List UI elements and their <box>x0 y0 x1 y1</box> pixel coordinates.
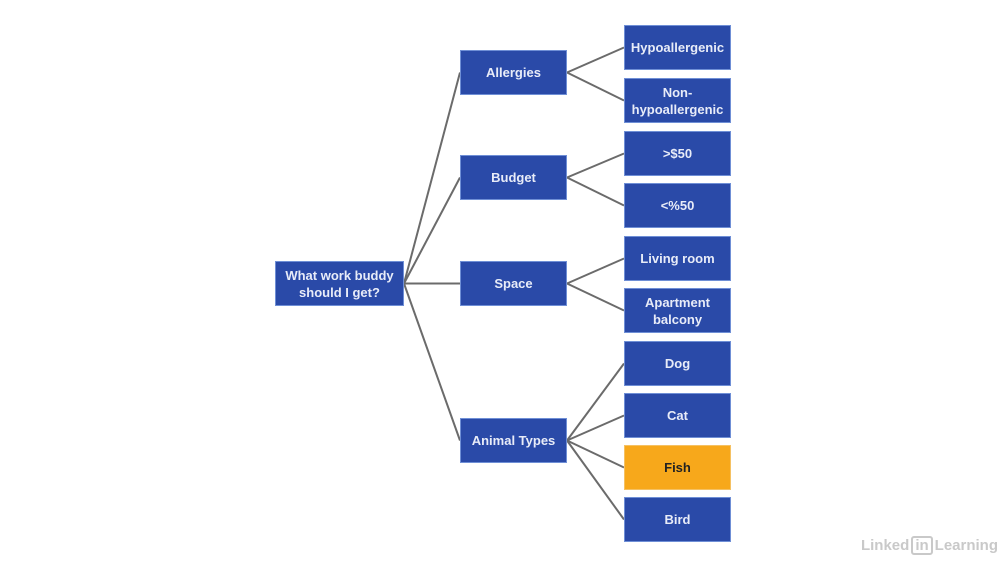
connector-branch-to-leaf <box>566 71 625 102</box>
branch-animal-types: Animal Types <box>460 418 567 463</box>
root-node: What work buddy should I get? <box>275 261 404 306</box>
leaf-fish: Fish <box>624 445 731 490</box>
watermark-learning: Learning <box>934 537 998 554</box>
connector-branch-to-leaf <box>566 439 625 521</box>
connector-branch-to-leaf <box>566 46 625 74</box>
connector-branch-to-leaf <box>566 152 625 179</box>
branch-space: Space <box>460 261 567 306</box>
leaf-cat: Cat <box>624 393 731 438</box>
connector-branch-to-leaf <box>566 257 625 285</box>
leaf-over-50: >$50 <box>624 131 731 176</box>
leaf-dog: Dog <box>624 341 731 386</box>
leaf-non-hypoallergenic: Non-hypoallergenic <box>624 78 731 123</box>
leaf-living-room: Living room <box>624 236 731 281</box>
linkedin-logo-icon: in <box>911 536 933 555</box>
leaf-apartment-balcony: Apartment balcony <box>624 288 731 333</box>
leaf-under-50: <%50 <box>624 183 731 228</box>
connector-branch-to-leaf <box>566 176 625 207</box>
branch-allergies: Allergies <box>460 50 567 95</box>
connector-branch-to-leaf <box>566 282 625 312</box>
branch-budget: Budget <box>460 155 567 200</box>
leaf-hypoallergenic: Hypoallergenic <box>624 25 731 70</box>
linkedin-learning-watermark: Linked in Learning <box>861 536 998 555</box>
watermark-linked: Linked <box>860 537 910 554</box>
connector-root-to-branch <box>403 177 461 284</box>
leaf-bird: Bird <box>624 497 731 542</box>
connector-root-to-branch <box>403 283 461 441</box>
connector-root-to-branch <box>403 72 461 284</box>
